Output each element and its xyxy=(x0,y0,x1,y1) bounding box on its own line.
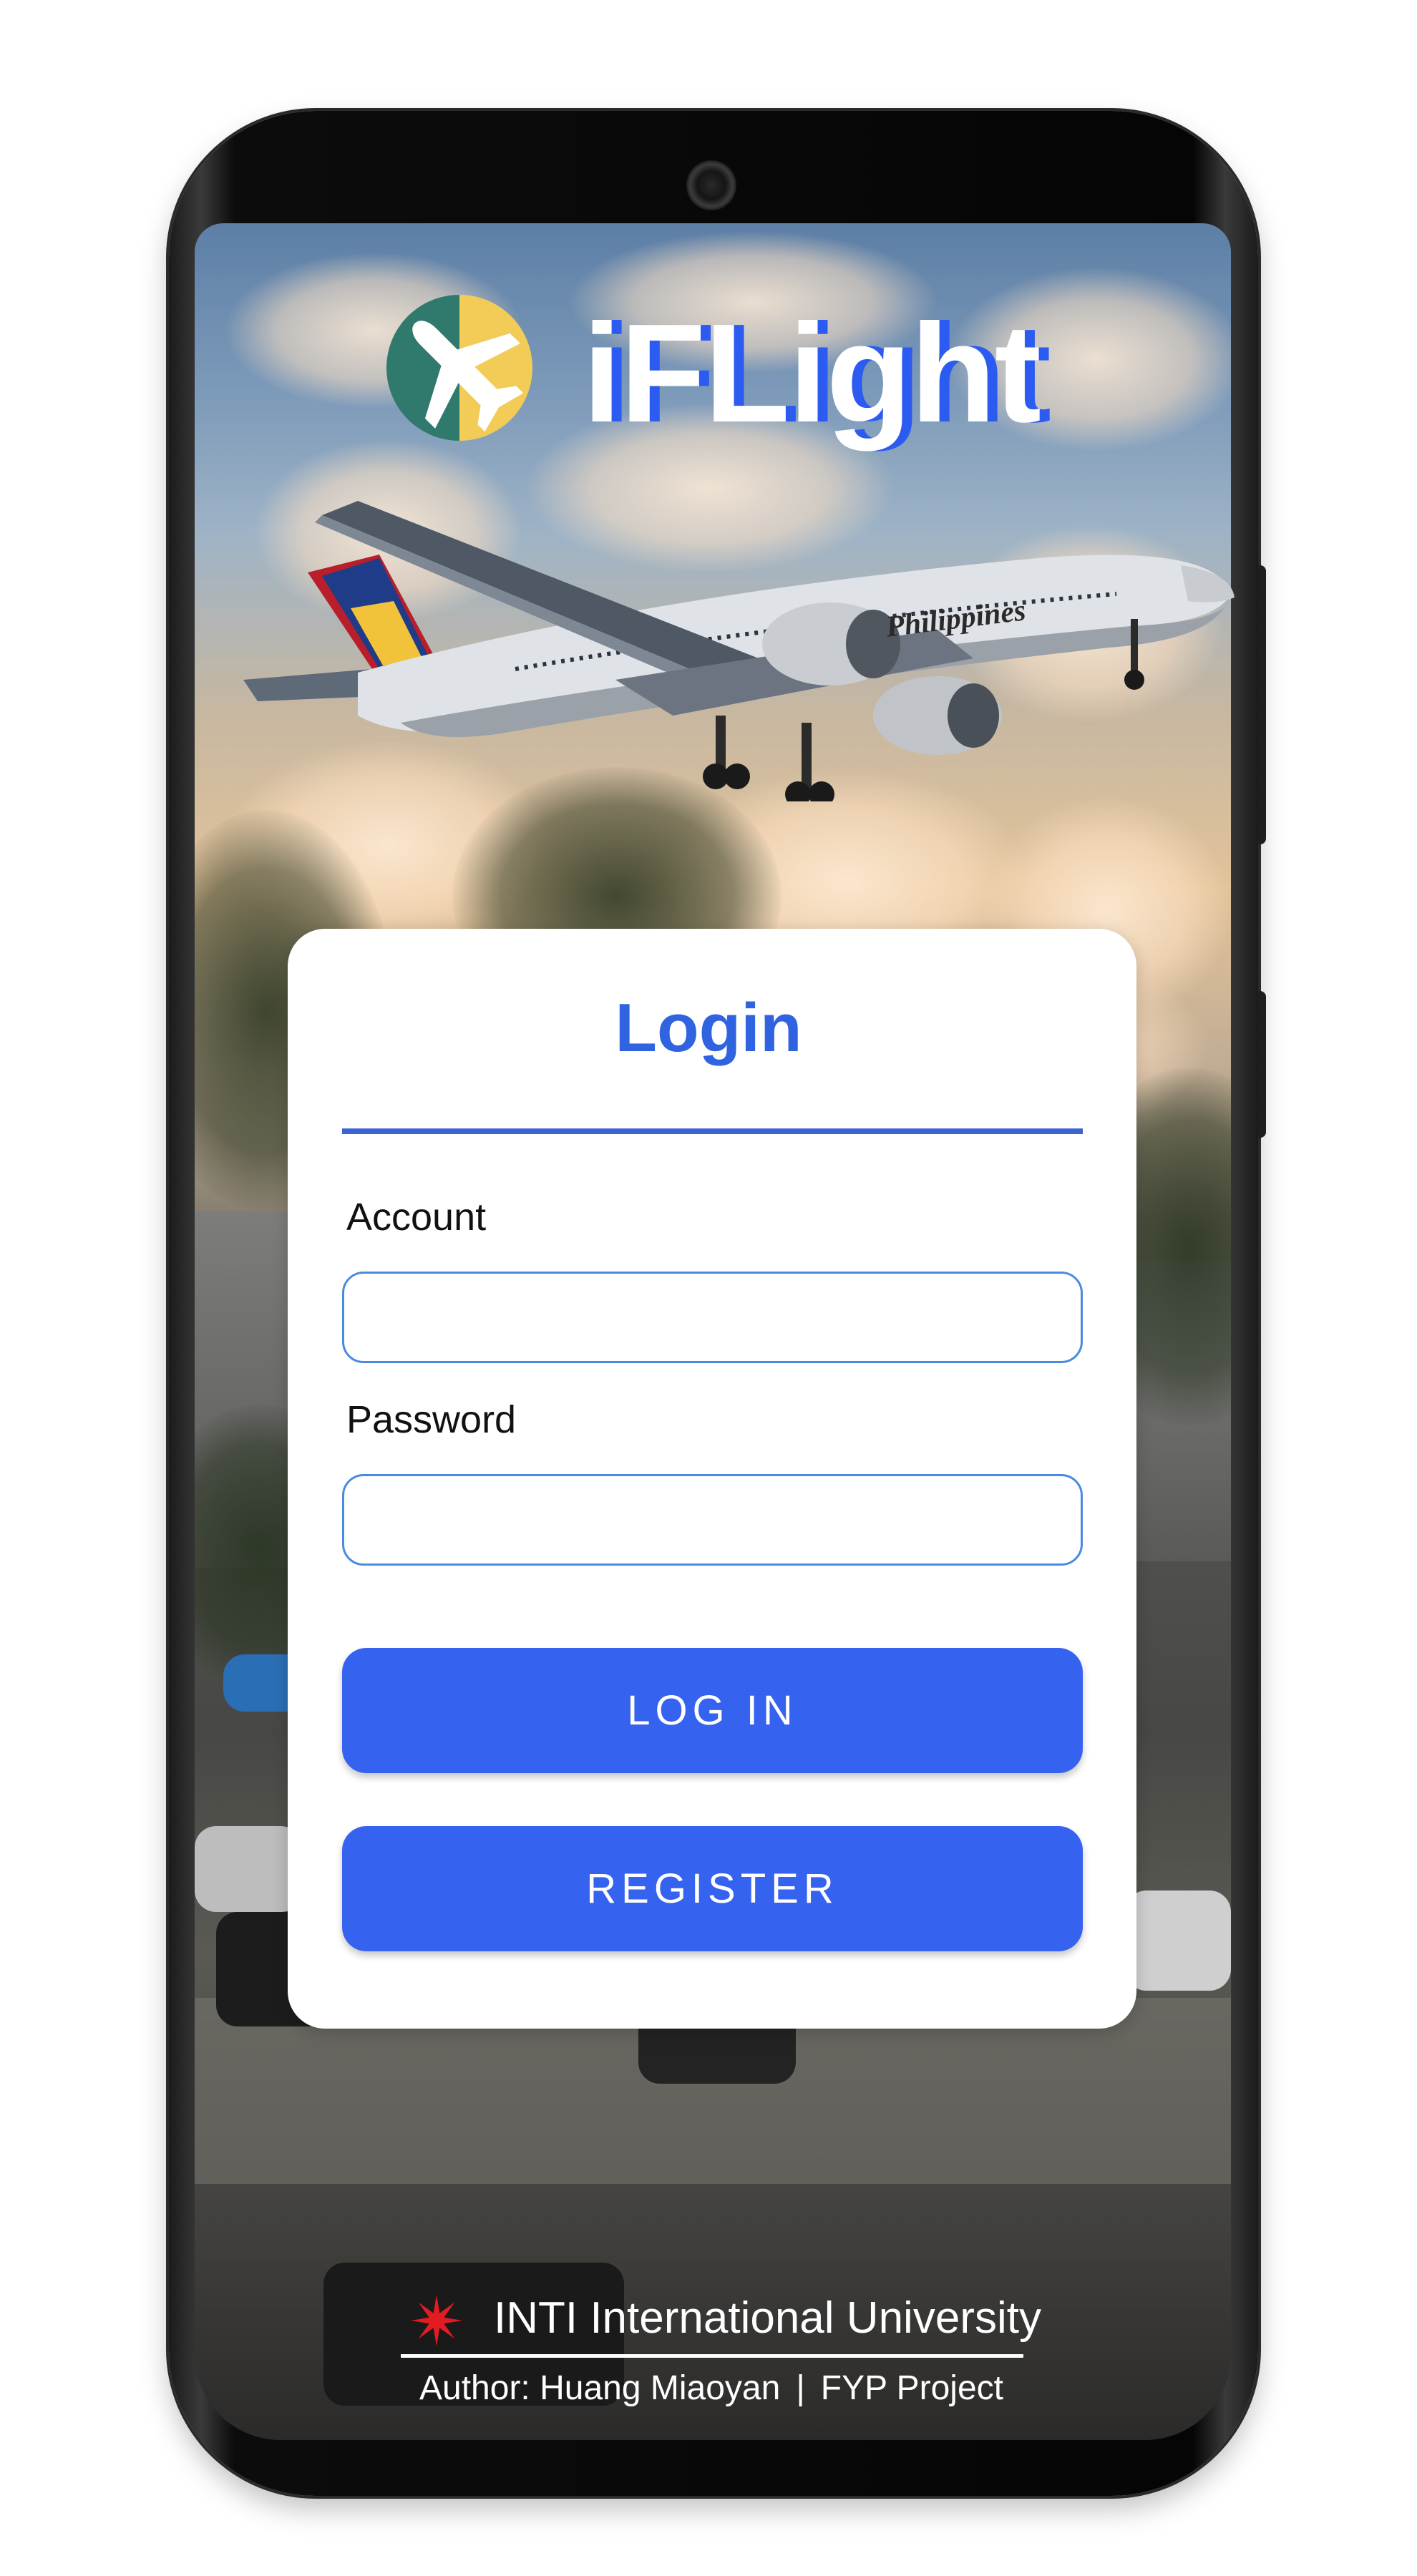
register-button[interactable]: REGISTER xyxy=(342,1826,1083,1951)
footer-divider xyxy=(401,2354,1023,2358)
separator: | xyxy=(796,2369,805,2407)
car xyxy=(1125,1890,1231,1991)
university-name: INTI International University xyxy=(494,2293,1041,2343)
password-label: Password xyxy=(346,1398,517,1441)
app-brand-name: iFLight xyxy=(583,295,1041,452)
account-label: Account xyxy=(346,1196,487,1239)
password-input[interactable] xyxy=(342,1474,1083,1566)
title-divider xyxy=(342,1128,1083,1134)
app-logo xyxy=(386,295,532,441)
car xyxy=(195,1826,302,1912)
airplane-photo: Philippines xyxy=(243,501,1235,801)
project-text: FYP Project xyxy=(820,2369,1003,2407)
login-title: Login xyxy=(615,990,802,1066)
account-input[interactable] xyxy=(342,1272,1083,1363)
author-text: Author: Huang Miaoyan xyxy=(419,2369,781,2407)
author-line: Author: Huang Miaoyan | FYP Project xyxy=(419,2365,1003,2412)
login-button[interactable]: LOG IN xyxy=(342,1648,1083,1773)
airplane-icon xyxy=(412,321,524,432)
volume-button xyxy=(1257,565,1266,844)
inti-logo-icon xyxy=(411,2295,462,2346)
front-camera xyxy=(686,160,736,210)
